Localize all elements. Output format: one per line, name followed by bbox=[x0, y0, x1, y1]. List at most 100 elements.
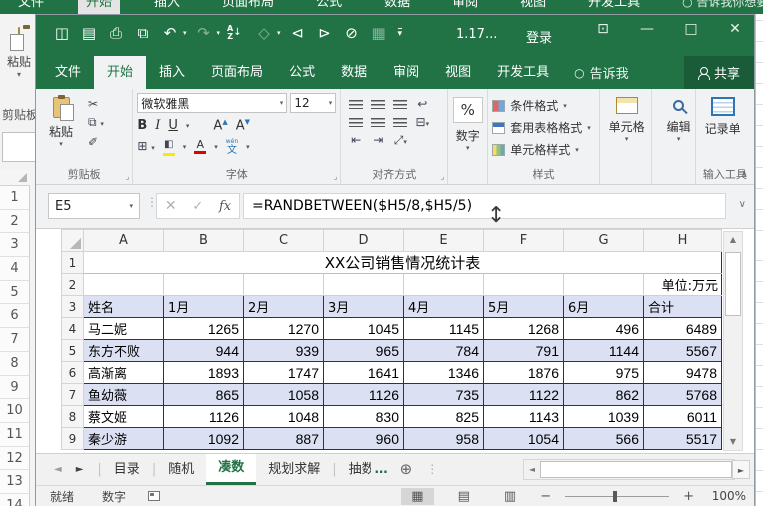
underline-caret-icon[interactable]: ▾ bbox=[186, 122, 190, 130]
collapse-ribbon-icon[interactable]: ∧ bbox=[741, 169, 748, 180]
cell-F9[interactable]: 1054 bbox=[483, 427, 564, 450]
cell-F6[interactable]: 1876 bbox=[483, 361, 564, 384]
paste-button[interactable]: 粘贴 ▾ bbox=[40, 95, 82, 149]
quick-print-icon[interactable]: ⎙ bbox=[106, 22, 126, 44]
font-size-combo[interactable]: 12 ▾ bbox=[290, 93, 337, 113]
undo-icon-caret[interactable]: ▾ bbox=[183, 29, 187, 37]
cell-E6[interactable]: 1346 bbox=[403, 361, 484, 384]
underline-button[interactable]: U bbox=[168, 118, 178, 133]
cell-styles-button[interactable]: 单元格样式 ▾ bbox=[492, 141, 594, 158]
cell-E2[interactable] bbox=[403, 273, 484, 296]
conditional-formatting-button[interactable]: 条件格式 ▾ bbox=[492, 97, 594, 114]
tab-页面布局[interactable]: 页面布局 bbox=[198, 56, 276, 89]
select-all-corner[interactable] bbox=[61, 229, 84, 252]
cell-E8[interactable]: 825 bbox=[403, 405, 484, 428]
horizontal-scrollbar[interactable]: ◄ bbox=[523, 459, 735, 480]
bg-tab-文件[interactable]: 文件 bbox=[10, 0, 52, 14]
column-header-H[interactable]: H bbox=[643, 229, 722, 252]
cell-B2[interactable] bbox=[163, 273, 244, 296]
undo-icon[interactable]: ↶ bbox=[160, 22, 180, 44]
bg-row-header-13[interactable]: 13 bbox=[0, 470, 30, 494]
cell-D7[interactable]: 1126 bbox=[323, 383, 404, 406]
cell-F8[interactable]: 1143 bbox=[483, 405, 564, 428]
name-box[interactable]: E5 ▾ bbox=[48, 193, 140, 219]
formula-input[interactable]: =RANDBETWEEN($H5/8,$H5/5) bbox=[243, 193, 726, 219]
cell-G4[interactable]: 496 bbox=[563, 317, 644, 340]
delete-comment-icon[interactable]: ⊘ bbox=[342, 22, 362, 44]
header-cell-G3[interactable]: 6月 bbox=[563, 295, 644, 318]
font-dialog-launcher-icon[interactable]: ⌟ bbox=[334, 172, 338, 181]
cell-D5[interactable]: 965 bbox=[323, 339, 404, 362]
cell-B5[interactable]: 944 bbox=[163, 339, 244, 362]
vertical-scroll-thumb[interactable] bbox=[725, 252, 741, 316]
form-icon[interactable]: ◫ bbox=[52, 22, 72, 44]
previous-sheet-icon[interactable]: ◄ bbox=[54, 464, 62, 475]
bg-row-header-6[interactable]: 6 bbox=[0, 304, 30, 329]
header-cell-A3[interactable]: 姓名 bbox=[83, 295, 164, 318]
column-header-B[interactable]: B bbox=[163, 229, 244, 252]
cell-D8[interactable]: 830 bbox=[323, 405, 404, 428]
cell-D6[interactable]: 1641 bbox=[323, 361, 404, 384]
share-button[interactable]: 共享 bbox=[683, 56, 754, 89]
bg-row-header-2[interactable]: 2 bbox=[0, 209, 30, 234]
cell-H5[interactable]: 5567 bbox=[643, 339, 722, 362]
bg-row-header-1[interactable]: 1 bbox=[0, 186, 30, 210]
column-header-C[interactable]: C bbox=[243, 229, 324, 252]
bg-name-box[interactable] bbox=[2, 132, 36, 162]
print-preview-icon[interactable]: ⧉ bbox=[133, 22, 153, 44]
shape-icon-caret[interactable]: ▾ bbox=[277, 29, 281, 37]
header-cell-E3[interactable]: 4月 bbox=[403, 295, 484, 318]
cell-H7[interactable]: 5768 bbox=[643, 383, 722, 406]
align-top-icon[interactable] bbox=[349, 99, 364, 109]
column-header-D[interactable]: D bbox=[323, 229, 404, 252]
bg-tab-开发工具[interactable]: 开发工具 bbox=[580, 0, 648, 14]
bg-tab-开始[interactable]: 开始 bbox=[78, 0, 121, 14]
cell-D2[interactable] bbox=[323, 273, 404, 296]
cell-C2[interactable] bbox=[243, 273, 324, 296]
cell-G5[interactable]: 1144 bbox=[563, 339, 644, 362]
alignment-dialog-launcher-icon[interactable]: ⌟ bbox=[441, 172, 445, 181]
column-header-A[interactable]: A bbox=[83, 229, 164, 252]
scroll-left-icon[interactable]: ◄ bbox=[524, 465, 540, 474]
close-icon[interactable]: ✕ bbox=[726, 21, 744, 37]
bg-tab-审阅[interactable]: 审阅 bbox=[444, 0, 486, 14]
cell-A2[interactable] bbox=[83, 273, 164, 296]
row-header-9[interactable]: 9 bbox=[61, 427, 84, 450]
column-header-G[interactable]: G bbox=[563, 229, 644, 252]
redo-icon-caret[interactable]: ▾ bbox=[217, 29, 221, 37]
macro-record-icon[interactable] bbox=[148, 491, 161, 501]
cut-icon[interactable]: ✂ bbox=[88, 97, 104, 111]
cell-H6[interactable]: 9478 bbox=[643, 361, 722, 384]
cell-B6[interactable]: 1893 bbox=[163, 361, 244, 384]
cell-C9[interactable]: 887 bbox=[243, 427, 324, 450]
next-sheet-icon[interactable]: ► bbox=[76, 464, 84, 475]
tab-审阅[interactable]: 审阅 bbox=[380, 56, 432, 89]
cell-B7[interactable]: 865 bbox=[163, 383, 244, 406]
shape-icon[interactable]: ◇ bbox=[254, 22, 274, 44]
row-header-3[interactable]: 3 bbox=[61, 295, 84, 318]
wrap-text-icon[interactable]: ↩ bbox=[417, 97, 427, 111]
cell-F2[interactable] bbox=[483, 273, 564, 296]
fill-color-button[interactable]: ◧ bbox=[162, 138, 175, 157]
header-cell-B3[interactable]: 1月 bbox=[163, 295, 244, 318]
sheet-tab-抽数[interactable]: 抽数 bbox=[337, 454, 371, 485]
number-caret-icon[interactable]: ▾ bbox=[466, 144, 470, 152]
cell-A6[interactable]: 高渐离 bbox=[83, 361, 164, 384]
bg-paste-button[interactable]: 粘贴 ▾ bbox=[4, 27, 34, 79]
ribbon-display-options-icon[interactable]: ⊡ bbox=[594, 21, 612, 37]
phonetic-guide-button[interactable]: wén 文 bbox=[226, 138, 238, 156]
column-header-E[interactable]: E bbox=[403, 229, 484, 252]
font-name-combo[interactable]: 微软雅黑 ▾ bbox=[137, 93, 288, 113]
bg-select-all-corner[interactable] bbox=[0, 170, 30, 186]
sign-in-button[interactable]: 登录 bbox=[526, 27, 552, 46]
align-center-icon[interactable] bbox=[371, 117, 386, 127]
page-break-view-button[interactable]: ▥ bbox=[494, 488, 526, 505]
header-cell-F3[interactable]: 5月 bbox=[483, 295, 564, 318]
column-header-F[interactable]: F bbox=[483, 229, 564, 252]
bg-row-header-3[interactable]: 3 bbox=[0, 233, 30, 258]
clipboard-dialog-launcher-icon[interactable]: ⌟ bbox=[126, 172, 130, 181]
cell-C8[interactable]: 1048 bbox=[243, 405, 324, 428]
cancel-entry-icon[interactable]: ✕ bbox=[165, 198, 177, 214]
font-color-button[interactable]: A bbox=[194, 139, 207, 155]
next-comment-icon[interactable]: ⊳ bbox=[315, 22, 335, 44]
